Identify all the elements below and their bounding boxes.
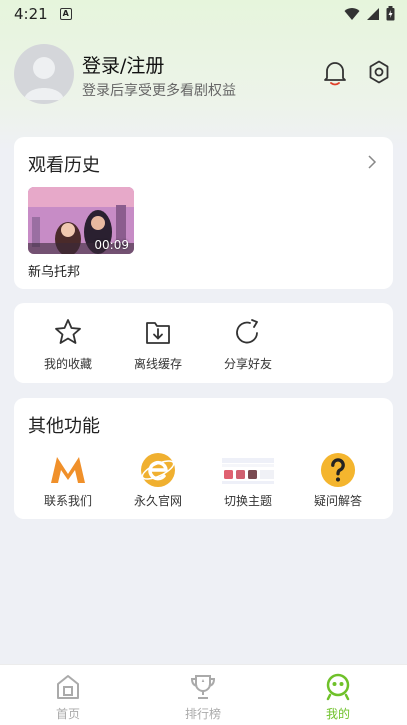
faq-button[interactable]: 疑问解答 xyxy=(298,452,378,508)
bottom-tab-bar: 首页 排行榜 我的 xyxy=(0,664,407,725)
switch-theme-label: 切换主题 xyxy=(223,494,272,508)
login-register-title[interactable]: 登录/注册 xyxy=(82,51,164,78)
star-icon xyxy=(55,319,81,344)
tab-mine-label: 我的 xyxy=(325,707,350,721)
battery-icon xyxy=(386,6,395,21)
trophy-icon xyxy=(190,675,216,699)
question-icon xyxy=(320,452,356,488)
chevron-right-icon[interactable] xyxy=(367,155,377,169)
other-functions-title: 其他功能 xyxy=(28,416,100,437)
share-friends-button[interactable]: 分享好友 xyxy=(212,317,284,377)
official-site-label: 永久官网 xyxy=(133,494,182,508)
bell-icon[interactable] xyxy=(323,60,347,86)
home-icon xyxy=(57,675,79,699)
default-avatar-icon xyxy=(24,57,64,100)
history-duration: 00:09 xyxy=(94,238,129,252)
signal-icon xyxy=(367,7,379,20)
avatar[interactable] xyxy=(14,44,74,104)
watch-history-card: 观看历史 00:09 新乌托邦 xyxy=(14,137,393,289)
contact-us-button[interactable]: 联系我们 xyxy=(28,452,108,508)
watch-history-title: 观看历史 xyxy=(28,155,100,176)
login-subtitle: 登录后享受更多看剧权益 xyxy=(82,83,236,99)
profile-section[interactable]: 登录/注册 登录后享受更多看剧权益 xyxy=(14,44,394,106)
status-a-badge: A xyxy=(59,8,72,20)
share-refresh-icon xyxy=(236,319,258,344)
offline-cache-label: 离线缓存 xyxy=(133,357,182,371)
tab-mine[interactable]: 我的 xyxy=(298,673,378,722)
status-icons xyxy=(344,6,395,21)
share-friends-label: 分享好友 xyxy=(223,357,272,371)
tab-ranking[interactable]: 排行榜 xyxy=(163,673,243,722)
switch-theme-button[interactable]: 切换主题 xyxy=(208,452,288,508)
favorites-button[interactable]: 我的收藏 xyxy=(32,317,104,377)
favorites-label: 我的收藏 xyxy=(43,357,92,371)
history-item-name[interactable]: 新乌托邦 xyxy=(28,261,80,280)
m-logo-icon xyxy=(51,457,85,483)
tab-home-label: 首页 xyxy=(55,707,80,721)
theme-palette-icon xyxy=(222,458,274,484)
e-browser-icon xyxy=(141,453,175,487)
quick-actions-card: 我的收藏 离线缓存 分享好友 xyxy=(14,303,393,383)
gear-icon[interactable] xyxy=(367,60,391,84)
history-thumbnail[interactable]: 00:09 xyxy=(28,187,134,254)
status-time: 4:21 xyxy=(14,5,48,23)
other-functions-card: 其他功能 联系我们 永久官网 切换主题 疑问解答 xyxy=(14,398,393,519)
faq-label: 疑问解答 xyxy=(313,494,362,508)
official-site-button[interactable]: 永久官网 xyxy=(118,452,198,508)
tab-ranking-label: 排行榜 xyxy=(184,707,221,721)
tab-home[interactable]: 首页 xyxy=(28,673,108,722)
status-bar: 4:21 A xyxy=(0,0,407,28)
wifi-icon xyxy=(344,7,360,20)
offline-cache-button[interactable]: 离线缓存 xyxy=(122,317,194,377)
contact-us-label: 联系我们 xyxy=(43,494,92,508)
mine-icon xyxy=(326,673,350,701)
download-folder-icon xyxy=(146,322,170,344)
